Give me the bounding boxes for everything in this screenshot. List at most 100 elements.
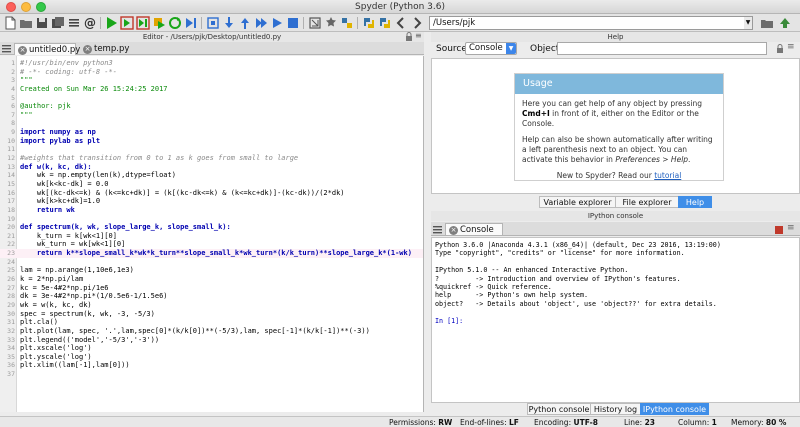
code-text: def spectrum(k, wk, slope_large_k, slope… <box>20 223 231 232</box>
code-text: # -*- coding: utf-8 -*- <box>20 67 117 76</box>
code-text: wk[k>kc+dk]=1.0 <box>20 197 101 206</box>
tab-variable-explorer[interactable]: Variable explorer <box>539 196 616 208</box>
code-line: 19 <box>0 214 423 224</box>
step-icon[interactable] <box>206 16 220 30</box>
tab-ipython-console[interactable]: IPython console <box>640 403 709 415</box>
line-number: 19 <box>7 214 15 223</box>
line-number: 3 <box>11 76 15 85</box>
close-window-button[interactable] <box>6 2 16 12</box>
tab-python-console[interactable]: Python console <box>527 403 591 415</box>
source-value: Console <box>469 43 503 53</box>
step-return-icon[interactable] <box>238 16 252 30</box>
tab-help[interactable]: Help <box>678 196 712 208</box>
source-select[interactable]: Console ▼ <box>465 42 517 55</box>
code-text: #!/usr/bin/env python3 <box>20 59 113 67</box>
code-line: 7 """ <box>0 111 423 120</box>
help-toolbar: Source Console ▼ Object ≡ <box>431 41 800 57</box>
maximize-pane-icon[interactable] <box>308 16 322 30</box>
stop-debug-icon[interactable] <box>286 16 300 30</box>
save-file-icon[interactable] <box>35 16 49 30</box>
main-toolbar: @ /Users/pjk ▼ <box>0 14 800 32</box>
at-icon[interactable]: @ <box>83 16 97 30</box>
parent-directory-icon[interactable] <box>778 16 792 30</box>
code-text: wk[(kc-dk<=k) & (k<=kc+dk)] = (k[(kc-dk<… <box>20 188 345 197</box>
console-line: Python 3.6.0 |Anaconda 4.3.1 (x86_64)| (… <box>435 241 721 249</box>
working-directory-combo[interactable]: /Users/pjk <box>429 16 753 30</box>
code-line: 22 wk_turn = wk[wk<1][0] <box>0 240 423 249</box>
tab-console-1a[interactable]: × Console 1/A <box>445 223 503 247</box>
line-number: 34 <box>7 344 15 353</box>
code-line: 8 <box>0 119 423 128</box>
code-text: wk[k<kc-dk] = 0.0 <box>20 179 109 188</box>
run-cell-icon[interactable] <box>120 16 134 30</box>
code-text: lam = np.arange(1,10e6,1e3) <box>20 266 134 275</box>
usage-body: Here you can get help of any object by p… <box>515 94 723 192</box>
run-icon[interactable] <box>104 16 118 30</box>
code-line: 24 <box>0 258 423 267</box>
chevron-down-icon: ▼ <box>506 43 516 54</box>
maximize-window-button[interactable] <box>36 2 46 12</box>
tab-temp[interactable]: × temp.py <box>80 43 130 55</box>
line-number: 17 <box>7 197 15 206</box>
line-number: 36 <box>7 361 15 370</box>
save-all-icon[interactable] <box>51 16 65 30</box>
debug-icon[interactable] <box>184 16 198 30</box>
stop-kernel-icon[interactable] <box>775 225 783 234</box>
code-line: 30 spec = spectrum(k, wk, -3, -5/3) <box>0 310 423 319</box>
python-path-icon[interactable] <box>340 16 354 30</box>
help-pane-tabs: Variable explorer File explorer Help <box>431 196 800 208</box>
lock-icon[interactable] <box>405 32 413 41</box>
run-selection-icon[interactable] <box>152 16 166 30</box>
back-arrow-icon[interactable] <box>394 16 408 30</box>
ipython-console[interactable]: Python 3.6.0 |Anaconda 4.3.1 (x86_64)| (… <box>431 237 800 403</box>
python-logo-icon[interactable] <box>362 16 376 30</box>
code-text: return k**slope_small_k*wk*k_turn**slope… <box>20 249 412 258</box>
toolbar-separator <box>100 17 101 29</box>
preferences-icon[interactable] <box>324 16 338 30</box>
options-menu-icon[interactable]: ≡ <box>415 31 422 40</box>
tab-history-log[interactable]: History log <box>590 403 641 415</box>
tab-list-icon[interactable] <box>2 44 11 53</box>
code-editor[interactable]: 1 #!/usr/bin/env python3 2 # -*- coding: ut… <box>0 56 424 412</box>
encoding-status: Encoding: UTF-8 <box>534 418 598 427</box>
options-menu-icon[interactable]: ≡ <box>787 42 795 52</box>
code-text: import pylab as plt <box>20 136 101 145</box>
browse-folder-icon[interactable] <box>760 16 774 30</box>
tab-file-explorer[interactable]: File explorer <box>615 196 679 208</box>
open-file-icon[interactable] <box>19 16 33 30</box>
options-menu-icon[interactable]: ≡ <box>787 223 795 233</box>
code-text: return wk <box>20 205 75 214</box>
console-pane-tabs: Python console History log IPython conso… <box>431 403 800 415</box>
object-input[interactable] <box>557 42 767 55</box>
tutorial-link[interactable]: tutorial <box>654 171 681 180</box>
tab-untitled0[interactable]: × untitled0.py <box>14 43 80 55</box>
step-into-icon[interactable] <box>222 16 236 30</box>
code-line: 17 wk[k>kc+dk]=1.0 <box>0 197 423 206</box>
close-icon[interactable]: × <box>83 45 92 54</box>
line-number: 13 <box>7 162 15 171</box>
new-file-icon[interactable] <box>3 16 17 30</box>
toolbar-separator <box>201 17 202 29</box>
minimize-window-button[interactable] <box>21 2 31 12</box>
debug-play-icon[interactable] <box>270 16 284 30</box>
rerun-icon[interactable] <box>168 16 182 30</box>
line-number: 28 <box>7 292 15 301</box>
python-logo-alt-icon[interactable] <box>378 16 392 30</box>
usage-paragraph-2: Help can also be shown automatically aft… <box>522 135 713 164</box>
console-prompt: In [1]: <box>435 316 464 325</box>
console-line: %quickref -> Quick reference. <box>435 283 552 292</box>
tab-list-icon[interactable] <box>433 225 442 234</box>
lock-icon[interactable] <box>776 44 784 53</box>
code-line: 15 wk[k<kc-dk] = 0.0 <box>0 179 423 189</box>
code-text: import numpy as np <box>20 128 96 137</box>
run-cell-advance-icon[interactable] <box>136 16 150 30</box>
line-number: 21 <box>7 231 15 240</box>
list-icon[interactable] <box>67 16 81 30</box>
continue-icon[interactable] <box>254 16 268 30</box>
code-text: k_turn = k[wk<1][0] <box>20 231 117 240</box>
working-directory-dropdown-button[interactable]: ▼ <box>744 16 753 30</box>
forward-arrow-icon[interactable] <box>410 16 424 30</box>
close-icon[interactable]: × <box>449 226 458 235</box>
code-line: 23 return k**slope_small_k*wk*k_turn**sl… <box>0 249 423 258</box>
close-icon[interactable]: × <box>18 46 27 55</box>
